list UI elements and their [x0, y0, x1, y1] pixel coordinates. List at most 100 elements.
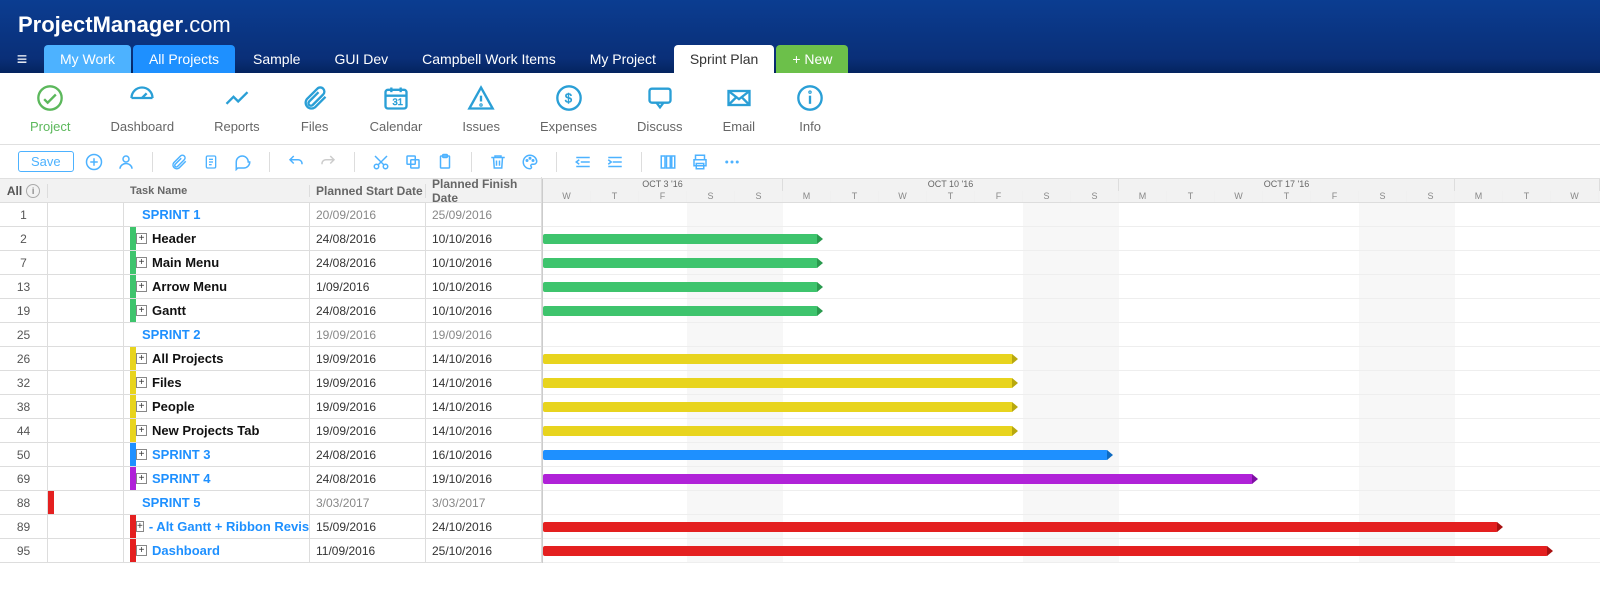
subnav-project[interactable]: Project: [30, 83, 70, 134]
print-icon[interactable]: [688, 150, 712, 174]
finish-date[interactable]: 19/10/2016: [426, 467, 542, 490]
start-date[interactable]: 19/09/2016: [310, 419, 426, 442]
tab-sprint-plan[interactable]: Sprint Plan: [674, 45, 774, 73]
gantt-bar[interactable]: [543, 258, 818, 268]
finish-date[interactable]: 10/10/2016: [426, 275, 542, 298]
task-row[interactable]: 7+Main Menu24/08/201610/10/2016: [0, 251, 542, 275]
start-date[interactable]: 24/08/2016: [310, 299, 426, 322]
start-date[interactable]: 24/08/2016: [310, 227, 426, 250]
start-date[interactable]: 24/08/2016: [310, 251, 426, 274]
gantt-row[interactable]: [543, 443, 1600, 467]
gantt-row[interactable]: [543, 371, 1600, 395]
expand-icon[interactable]: +: [136, 425, 147, 436]
columns-icon[interactable]: [656, 150, 680, 174]
gantt-bar[interactable]: [543, 546, 1548, 556]
finish-date[interactable]: 10/10/2016: [426, 227, 542, 250]
col-all[interactable]: Alli: [0, 184, 48, 198]
start-date[interactable]: 20/09/2016: [310, 203, 426, 226]
col-name-cell[interactable]: +Gantt: [124, 299, 310, 322]
task-row[interactable]: 50+SPRINT 324/08/201616/10/2016: [0, 443, 542, 467]
user-icon[interactable]: [114, 150, 138, 174]
expand-icon[interactable]: +: [136, 305, 147, 316]
note-icon[interactable]: [199, 150, 223, 174]
gantt-row[interactable]: [543, 539, 1600, 563]
col-name-cell[interactable]: +SPRINT 4: [124, 467, 310, 490]
expand-icon[interactable]: +: [136, 281, 147, 292]
redo-icon[interactable]: [316, 150, 340, 174]
task-row[interactable]: 1SPRINT 120/09/201625/09/2016: [0, 203, 542, 227]
hamburger-menu[interactable]: ≡: [0, 45, 44, 73]
save-button[interactable]: Save: [18, 151, 74, 172]
tab-my-work[interactable]: My Work: [44, 45, 131, 73]
col-name-cell[interactable]: SPRINT 1: [124, 203, 310, 226]
expand-icon[interactable]: +: [136, 401, 147, 412]
expand-icon[interactable]: +: [136, 353, 147, 364]
gantt-bar[interactable]: [543, 522, 1498, 532]
gantt-row[interactable]: [543, 275, 1600, 299]
finish-date[interactable]: 3/03/2017: [426, 491, 542, 514]
subnav-reports[interactable]: Reports: [214, 83, 260, 134]
col-name-cell[interactable]: SPRINT 5: [124, 491, 310, 514]
task-row[interactable]: 19+Gantt24/08/201610/10/2016: [0, 299, 542, 323]
finish-date[interactable]: 14/10/2016: [426, 395, 542, 418]
paste-icon[interactable]: [433, 150, 457, 174]
gantt-body[interactable]: [543, 203, 1600, 563]
info-icon[interactable]: i: [26, 184, 40, 198]
col-taskname[interactable]: Task Name: [124, 185, 310, 197]
col-name-cell[interactable]: +SPRINT 3: [124, 443, 310, 466]
col-name-cell[interactable]: +All Projects: [124, 347, 310, 370]
start-date[interactable]: 19/09/2016: [310, 347, 426, 370]
col-name-cell[interactable]: SPRINT 2: [124, 323, 310, 346]
gantt-bar[interactable]: [543, 282, 818, 292]
finish-date[interactable]: 14/10/2016: [426, 347, 542, 370]
col-name-cell[interactable]: +People: [124, 395, 310, 418]
gantt-row[interactable]: [543, 467, 1600, 491]
subnav-calendar[interactable]: 31Calendar: [370, 83, 423, 134]
gantt-row[interactable]: [543, 395, 1600, 419]
subnav-expenses[interactable]: $Expenses: [540, 83, 597, 134]
gantt-bar[interactable]: [543, 378, 1013, 388]
finish-date[interactable]: 25/09/2016: [426, 203, 542, 226]
task-row[interactable]: 26+All Projects19/09/201614/10/2016: [0, 347, 542, 371]
copy-icon[interactable]: [401, 150, 425, 174]
col-name-cell[interactable]: +- Alt Gantt + Ribbon Revisio: [124, 515, 310, 538]
gantt-bar[interactable]: [543, 354, 1013, 364]
task-row[interactable]: 89+- Alt Gantt + Ribbon Revisio15/09/201…: [0, 515, 542, 539]
tab-campbell-work-items[interactable]: Campbell Work Items: [406, 45, 572, 73]
attach-icon[interactable]: [167, 150, 191, 174]
gantt-row[interactable]: [543, 491, 1600, 515]
tab-sample[interactable]: Sample: [237, 45, 316, 73]
outdent-icon[interactable]: [571, 150, 595, 174]
subnav-discuss[interactable]: Discuss: [637, 83, 683, 134]
finish-date[interactable]: 14/10/2016: [426, 419, 542, 442]
finish-date[interactable]: 25/10/2016: [426, 539, 542, 562]
start-date[interactable]: 19/09/2016: [310, 371, 426, 394]
expand-icon[interactable]: +: [136, 545, 147, 556]
subnav-email[interactable]: Email: [723, 83, 756, 134]
start-date[interactable]: 19/09/2016: [310, 395, 426, 418]
col-name-cell[interactable]: +Dashboard: [124, 539, 310, 562]
expand-icon[interactable]: +: [136, 449, 147, 460]
col-name-cell[interactable]: +New Projects Tab: [124, 419, 310, 442]
start-date[interactable]: 3/03/2017: [310, 491, 426, 514]
more-icon[interactable]: [720, 150, 744, 174]
gantt-bar[interactable]: [543, 234, 818, 244]
start-date[interactable]: 15/09/2016: [310, 515, 426, 538]
tab-gui-dev[interactable]: GUI Dev: [318, 45, 404, 73]
add-icon[interactable]: [82, 150, 106, 174]
palette-icon[interactable]: [518, 150, 542, 174]
trash-icon[interactable]: [486, 150, 510, 174]
finish-date[interactable]: 10/10/2016: [426, 299, 542, 322]
col-name-cell[interactable]: +Files: [124, 371, 310, 394]
expand-icon[interactable]: +: [136, 233, 147, 244]
task-row[interactable]: 38+People19/09/201614/10/2016: [0, 395, 542, 419]
gantt-row[interactable]: [543, 203, 1600, 227]
subnav-info[interactable]: Info: [795, 83, 825, 134]
finish-date[interactable]: 24/10/2016: [426, 515, 542, 538]
start-date[interactable]: 24/08/2016: [310, 443, 426, 466]
col-name-cell[interactable]: +Main Menu: [124, 251, 310, 274]
subnav-dashboard[interactable]: Dashboard: [110, 83, 174, 134]
finish-date[interactable]: 19/09/2016: [426, 323, 542, 346]
comment-icon[interactable]: [231, 150, 255, 174]
gantt-row[interactable]: [543, 299, 1600, 323]
